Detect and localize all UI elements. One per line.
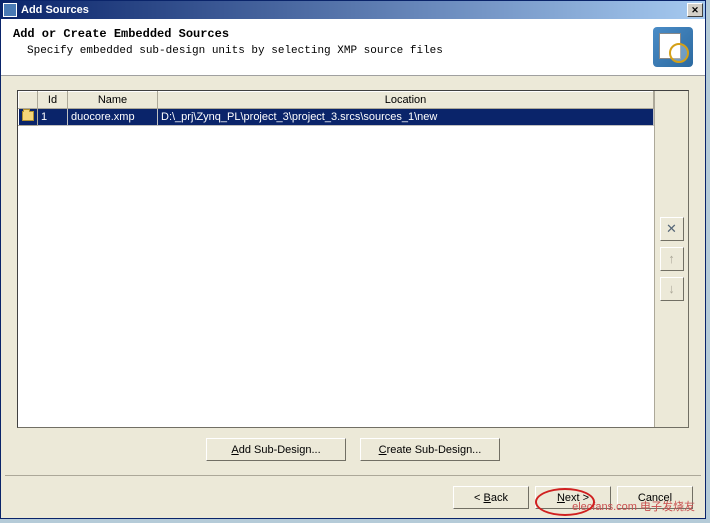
folder-icon: [22, 111, 34, 121]
app-icon: [3, 3, 17, 17]
titlebar[interactable]: Add Sources ✕: [1, 1, 705, 19]
row-handle[interactable]: [19, 109, 38, 126]
sources-icon: [653, 27, 693, 67]
next-button[interactable]: Next >: [535, 486, 611, 509]
cell-name[interactable]: duocore.xmp: [68, 109, 158, 126]
move-down-button[interactable]: ↓: [660, 277, 684, 301]
page-description: Specify embedded sub-design units by sel…: [13, 45, 645, 57]
sources-table-panel: Id Name Location 1 duocore.xmp D:\_prj\Z…: [17, 90, 689, 428]
row-actions: ✕ ↑ ↓: [654, 91, 688, 427]
content-panel: Id Name Location 1 duocore.xmp D:\_prj\Z…: [1, 76, 705, 475]
table-row[interactable]: 1 duocore.xmp D:\_prj\Zynq_PL\project_3\…: [19, 109, 654, 126]
window-title: Add Sources: [21, 4, 687, 16]
add-subdesign-button[interactable]: Add Sub-Design...: [206, 438, 346, 461]
cell-id[interactable]: 1: [38, 109, 68, 126]
page-title: Add or Create Embedded Sources: [13, 27, 645, 41]
add-sources-window: Add Sources ✕ Add or Create Embedded Sou…: [0, 0, 706, 519]
cancel-button[interactable]: Cancel: [617, 486, 693, 509]
grid-corner: [19, 92, 38, 109]
wizard-nav: < Back Next > Cancel: [1, 476, 705, 509]
subdesign-buttons: Add Sub-Design... Create Sub-Design...: [17, 428, 689, 467]
cell-location[interactable]: D:\_prj\Zynq_PL\project_3\project_3.srcs…: [158, 109, 654, 126]
col-header-id[interactable]: Id: [38, 92, 68, 109]
remove-row-button[interactable]: ✕: [660, 217, 684, 241]
close-icon[interactable]: ✕: [687, 3, 703, 17]
wizard-header: Add or Create Embedded Sources Specify e…: [1, 19, 705, 76]
back-button[interactable]: < Back: [453, 486, 529, 509]
col-header-location[interactable]: Location: [158, 92, 654, 109]
sources-grid[interactable]: Id Name Location 1 duocore.xmp D:\_prj\Z…: [18, 91, 654, 126]
create-subdesign-button[interactable]: Create Sub-Design...: [360, 438, 500, 461]
col-header-name[interactable]: Name: [68, 92, 158, 109]
move-up-button[interactable]: ↑: [660, 247, 684, 271]
